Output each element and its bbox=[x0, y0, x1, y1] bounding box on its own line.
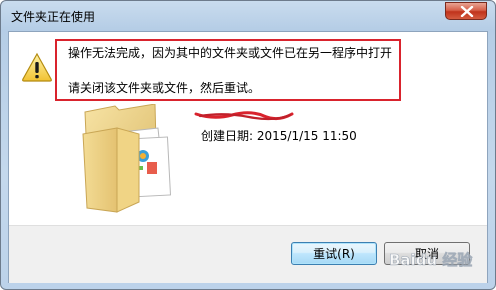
close-icon bbox=[460, 6, 474, 17]
close-button[interactable] bbox=[445, 2, 487, 20]
retry-button[interactable]: 重试(R) bbox=[291, 242, 377, 265]
error-message-line-1: 操作无法完成，因为其中的文件夹或文件已在另一程序中打开 bbox=[68, 46, 393, 60]
window-title: 文件夹正在使用 bbox=[11, 10, 96, 24]
error-message-line-2: 请关闭该文件夹或文件，然后重试。 bbox=[68, 81, 261, 95]
creation-date: 创建日期: 2015/1/15 11:50 bbox=[201, 129, 357, 143]
folder-icon bbox=[82, 104, 172, 213]
redacted-filename bbox=[194, 111, 294, 121]
watermark: Baidu 经验 bbox=[389, 251, 474, 270]
title-bar[interactable]: 文件夹正在使用 bbox=[1, 1, 495, 31]
watermark-text: Baidu 经验 bbox=[389, 251, 473, 269]
dialog-window: 文件夹正在使用 操作无法完成，因为其中的文件夹或文件已在另一程序中打开 请关闭该… bbox=[0, 0, 496, 290]
warning-icon bbox=[22, 52, 52, 82]
